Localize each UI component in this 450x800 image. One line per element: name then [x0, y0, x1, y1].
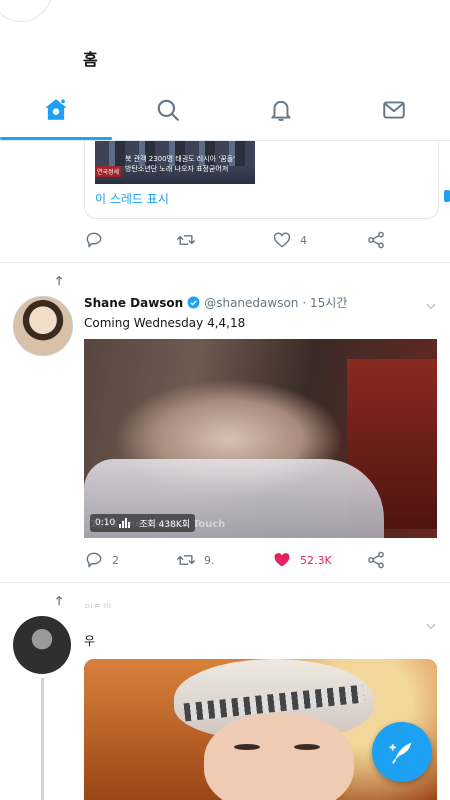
video-views: 조회 438K회	[139, 519, 190, 530]
share-icon	[368, 231, 384, 249]
reply-icon	[86, 552, 102, 568]
page-title: 홈	[83, 50, 98, 69]
tweet-divider	[0, 582, 450, 583]
verified-badge-icon	[187, 296, 200, 309]
retweet-small-icon	[56, 595, 63, 606]
share-icon	[368, 551, 384, 569]
tweet-actions: 2 9. 52.3K	[84, 549, 434, 571]
tweet-actions: 4	[84, 229, 434, 251]
tab-notifications[interactable]	[225, 84, 337, 136]
author-name: Shane Dawson	[84, 295, 184, 310]
avatar[interactable]	[13, 296, 73, 356]
active-tab-indicator	[0, 137, 112, 140]
tweet-video[interactable]: 1975 The Medusa Touch 0:10 조회 438K회	[84, 339, 437, 538]
tab-search[interactable]	[112, 84, 224, 136]
thumbnail-caption-1: 북 관객 2300명 태권도 러시아 '꿈돌'	[125, 155, 236, 163]
retweet-icon	[176, 235, 196, 245]
share-button[interactable]	[366, 549, 386, 571]
author-handle: @shanedawson	[204, 295, 299, 310]
retweet-icon	[176, 555, 196, 565]
like-count: 4	[300, 233, 307, 247]
tweet-menu-button[interactable]	[424, 618, 438, 632]
app-header: 홈	[0, 0, 450, 141]
retweet-button[interactable]: 9.	[176, 549, 215, 571]
tweet-text: Coming Wednesday 4,4,18	[84, 316, 246, 330]
heart-icon	[273, 232, 291, 248]
like-button[interactable]: 52.3K	[272, 549, 332, 571]
thumbnail-caption-2: 방탄소년단 노래 나오자 표정굳어져	[125, 165, 229, 173]
tab-bar	[0, 84, 450, 141]
retweeted-indicator	[55, 272, 69, 286]
share-button[interactable]	[366, 229, 386, 251]
compose-tweet-button[interactable]	[372, 722, 432, 782]
video-duration: 0:10	[95, 518, 116, 528]
tab-messages[interactable]	[338, 84, 450, 136]
search-icon	[157, 99, 179, 121]
retweet-small-icon	[56, 275, 63, 286]
like-button[interactable]: 4	[272, 229, 307, 251]
volume-bars-icon	[119, 518, 131, 528]
show-thread-link[interactable]: 이 스레드 표시	[95, 190, 169, 207]
compose-icon	[389, 742, 412, 764]
tab-home[interactable]	[0, 84, 112, 136]
retweet-button[interactable]	[176, 229, 196, 251]
reply-count: 2	[112, 553, 119, 567]
home-icon	[45, 98, 67, 120]
bell-icon	[271, 100, 291, 121]
thumbnail-channel: 연국정세	[95, 166, 122, 177]
faded-header-text: 리트윗 ...	[84, 600, 334, 608]
video-info-badge: 0:10 조회 438K회	[90, 514, 195, 532]
tweet-text: 우	[84, 634, 96, 648]
reply-button[interactable]	[84, 229, 104, 251]
quoted-thumbnail: 북 관객 2300명 태권도 러시아 '꿈돌' 방탄소년단 노래 나오자 표정굳…	[95, 136, 255, 184]
tweet-time: · 15시간	[302, 296, 348, 310]
tweet-divider	[0, 262, 450, 263]
tweet-menu-button[interactable]	[424, 298, 438, 312]
reply-button[interactable]: 2	[84, 549, 119, 571]
chevron-down-icon	[426, 303, 436, 310]
like-count: 52.3K	[300, 553, 332, 567]
scroll-indicator	[444, 190, 450, 202]
mail-icon	[383, 101, 405, 119]
thread-line	[41, 678, 44, 800]
avatar[interactable]	[13, 616, 71, 674]
retweeted-indicator	[55, 592, 69, 606]
retweet-count: 9.	[204, 553, 215, 567]
reply-icon	[86, 232, 102, 248]
chevron-down-icon	[426, 623, 436, 630]
tweet-author[interactable]: Shane Dawson @shanedawson · 15시간	[84, 294, 347, 311]
header-corner-shape	[0, 0, 52, 22]
heart-icon	[274, 553, 290, 567]
